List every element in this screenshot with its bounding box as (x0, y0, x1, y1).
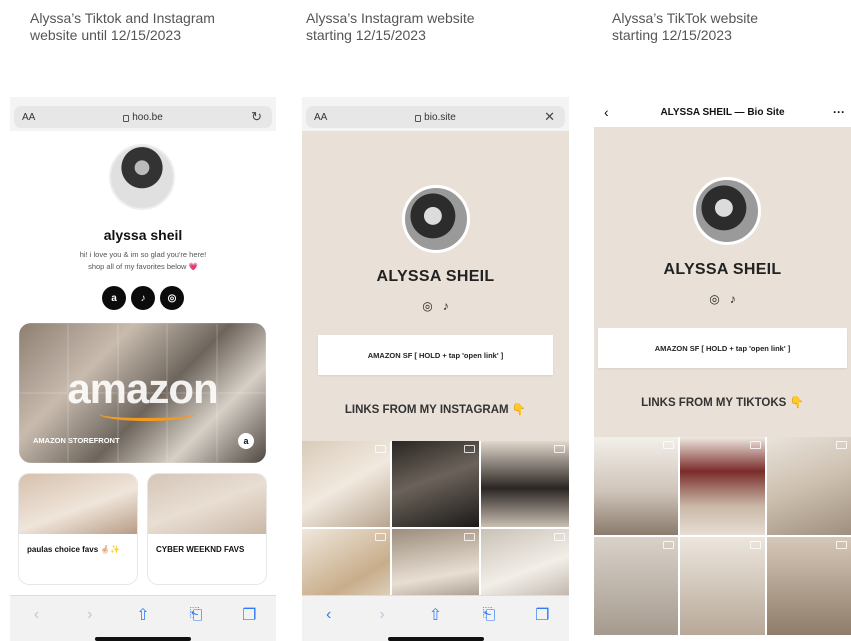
avatar (109, 144, 175, 210)
post-grid (594, 437, 851, 635)
amazon-logo: amazon (67, 365, 218, 412)
phone-biosite-tiktok: ‹ ALYSSA SHEIL — Bio Site ··· ALYSSA SHE… (594, 97, 851, 641)
profile-name: alyssa sheil (103, 227, 183, 243)
profile-header (302, 131, 569, 441)
browser-toolbar: ‹ › ⇧ ⎗ ❐ (10, 595, 276, 641)
links-heading-text: LINKS FROM MY TIKTOKS (641, 397, 787, 409)
tabs-icon[interactable]: ❐ (238, 605, 260, 625)
post-thumbnail[interactable] (481, 441, 569, 527)
profile-header (594, 127, 851, 437)
card-label: CYBER WEEKND FAVS (156, 545, 245, 554)
post-thumbnail[interactable] (594, 537, 679, 635)
profile-name: ALYSSA SHEIL (663, 261, 782, 278)
amazon-icon[interactable]: a (102, 286, 126, 310)
lock-icon (123, 114, 130, 122)
instagram-icon[interactable]: ◎ (160, 286, 184, 310)
reload-icon[interactable]: ↻ (251, 109, 262, 125)
bio-line-2: shop all of my favorites below (88, 262, 187, 271)
post-thumbnail[interactable] (680, 437, 765, 535)
amazon-smile-icon (99, 407, 195, 421)
bookmarks-icon[interactable]: ⎗ (478, 606, 500, 624)
post-thumbnail[interactable] (391, 441, 480, 527)
pointing-hand-emoji: 👇 (789, 397, 804, 409)
url-text: hoo.be (132, 111, 163, 123)
tiktok-icon[interactable]: ♪ (131, 286, 155, 310)
card-label: paulas choice favs 🤞🏻✨ (27, 545, 121, 554)
bookmarks-icon[interactable]: ⎗ (185, 606, 207, 624)
social-icons: ◎ ♪ (594, 292, 851, 306)
post-thumbnail[interactable] (680, 537, 765, 635)
more-icon[interactable]: ··· (833, 105, 845, 119)
profile-name: ALYSSA SHEIL (376, 268, 495, 285)
card-image (148, 474, 266, 534)
back-icon[interactable]: ‹ (604, 104, 609, 120)
bio-line-1: hi! i love you & im so glad you're here! (79, 250, 207, 259)
text-size-button[interactable]: AA (314, 112, 327, 123)
url-bar: AA hoo.be ↻ (10, 97, 276, 131)
links-heading-text: LINKS FROM MY INSTAGRAM (344, 404, 509, 416)
link-card-cyber-weeknd[interactable]: CYBER WEEKND FAVS (148, 474, 266, 584)
pointing-hand-emoji: 👇 (511, 404, 527, 416)
caption-phone-1: Alyssa’s Tiktok and Instagram website un… (30, 10, 215, 43)
forward-icon[interactable]: › (79, 606, 101, 624)
share-icon[interactable]: ⇧ (424, 605, 446, 625)
instagram-icon[interactable]: ◎ (709, 292, 719, 306)
amazon-link-button[interactable]: AMAZON SF [ HOLD + tap 'open link' ] (318, 335, 553, 375)
amazon-link-button[interactable]: AMAZON SF [ HOLD + tap 'open link' ] (598, 328, 847, 368)
storefront-label: AMAZON STOREFRONT (33, 436, 120, 445)
back-icon[interactable]: ‹ (318, 606, 340, 624)
social-icons: ◎ ♪ (302, 299, 569, 313)
home-indicator (95, 637, 191, 641)
social-icons: a ♪ ◎ (10, 286, 276, 310)
caption-phone-3: Alyssa’s TikTok website starting 12/15/2… (612, 10, 759, 43)
amazon-badge-icon: a (238, 433, 254, 449)
phone-biosite-instagram: AA bio.site ✕ ALYSSA SHEIL ◎ ♪ AMAZON SF … (302, 97, 569, 641)
links-heading: LINKS FROM MY TIKTOKS 👇 (594, 395, 851, 409)
text-size-button[interactable]: AA (22, 112, 35, 123)
post-grid (302, 441, 569, 615)
tiktok-icon[interactable]: ♪ (443, 299, 449, 313)
header-title: ALYSSA SHEIL — Bio Site (660, 106, 785, 118)
back-icon[interactable]: ‹ (26, 606, 48, 624)
heart-emoji: 💗 (188, 262, 198, 271)
tiktok-icon[interactable]: ♪ (730, 292, 736, 306)
address-field[interactable]: AA hoo.be ↻ (14, 106, 272, 128)
share-icon[interactable]: ⇧ (132, 605, 154, 625)
avatar (693, 177, 761, 245)
url-text: bio.site (424, 111, 456, 123)
profile-bio: hi! i love you & im so glad you're here!… (10, 249, 276, 273)
card-image (19, 474, 137, 534)
tabs-icon[interactable]: ❐ (531, 605, 553, 625)
caption-phone-2: Alyssa’s Instagram website starting 12/1… (306, 10, 475, 43)
phone-hoobe: AA hoo.be ↻ alyssa sheil hi! i love you … (10, 97, 276, 641)
post-thumbnail[interactable] (302, 441, 390, 527)
links-heading: LINKS FROM MY INSTAGRAM 👇 (302, 402, 569, 416)
close-icon[interactable]: ✕ (544, 109, 555, 125)
instagram-icon[interactable]: ◎ (422, 299, 432, 313)
link-card-paulas-choice[interactable]: paulas choice favs 🤞🏻✨ (19, 474, 137, 584)
lock-icon (415, 114, 422, 122)
url-bar: AA bio.site ✕ (302, 97, 569, 131)
in-app-header: ‹ ALYSSA SHEIL — Bio Site ··· (594, 97, 851, 127)
post-thumbnail[interactable] (766, 537, 851, 635)
address-field[interactable]: AA bio.site ✕ (306, 106, 565, 128)
avatar (402, 185, 470, 253)
amazon-storefront-card[interactable]: amazon AMAZON STOREFRONT a (19, 323, 266, 463)
browser-toolbar: ‹ › ⇧ ⎗ ❐ (302, 595, 569, 641)
post-thumbnail[interactable] (594, 437, 679, 535)
post-thumbnail[interactable] (766, 437, 851, 535)
forward-icon[interactable]: › (371, 606, 393, 624)
home-indicator (387, 637, 484, 641)
